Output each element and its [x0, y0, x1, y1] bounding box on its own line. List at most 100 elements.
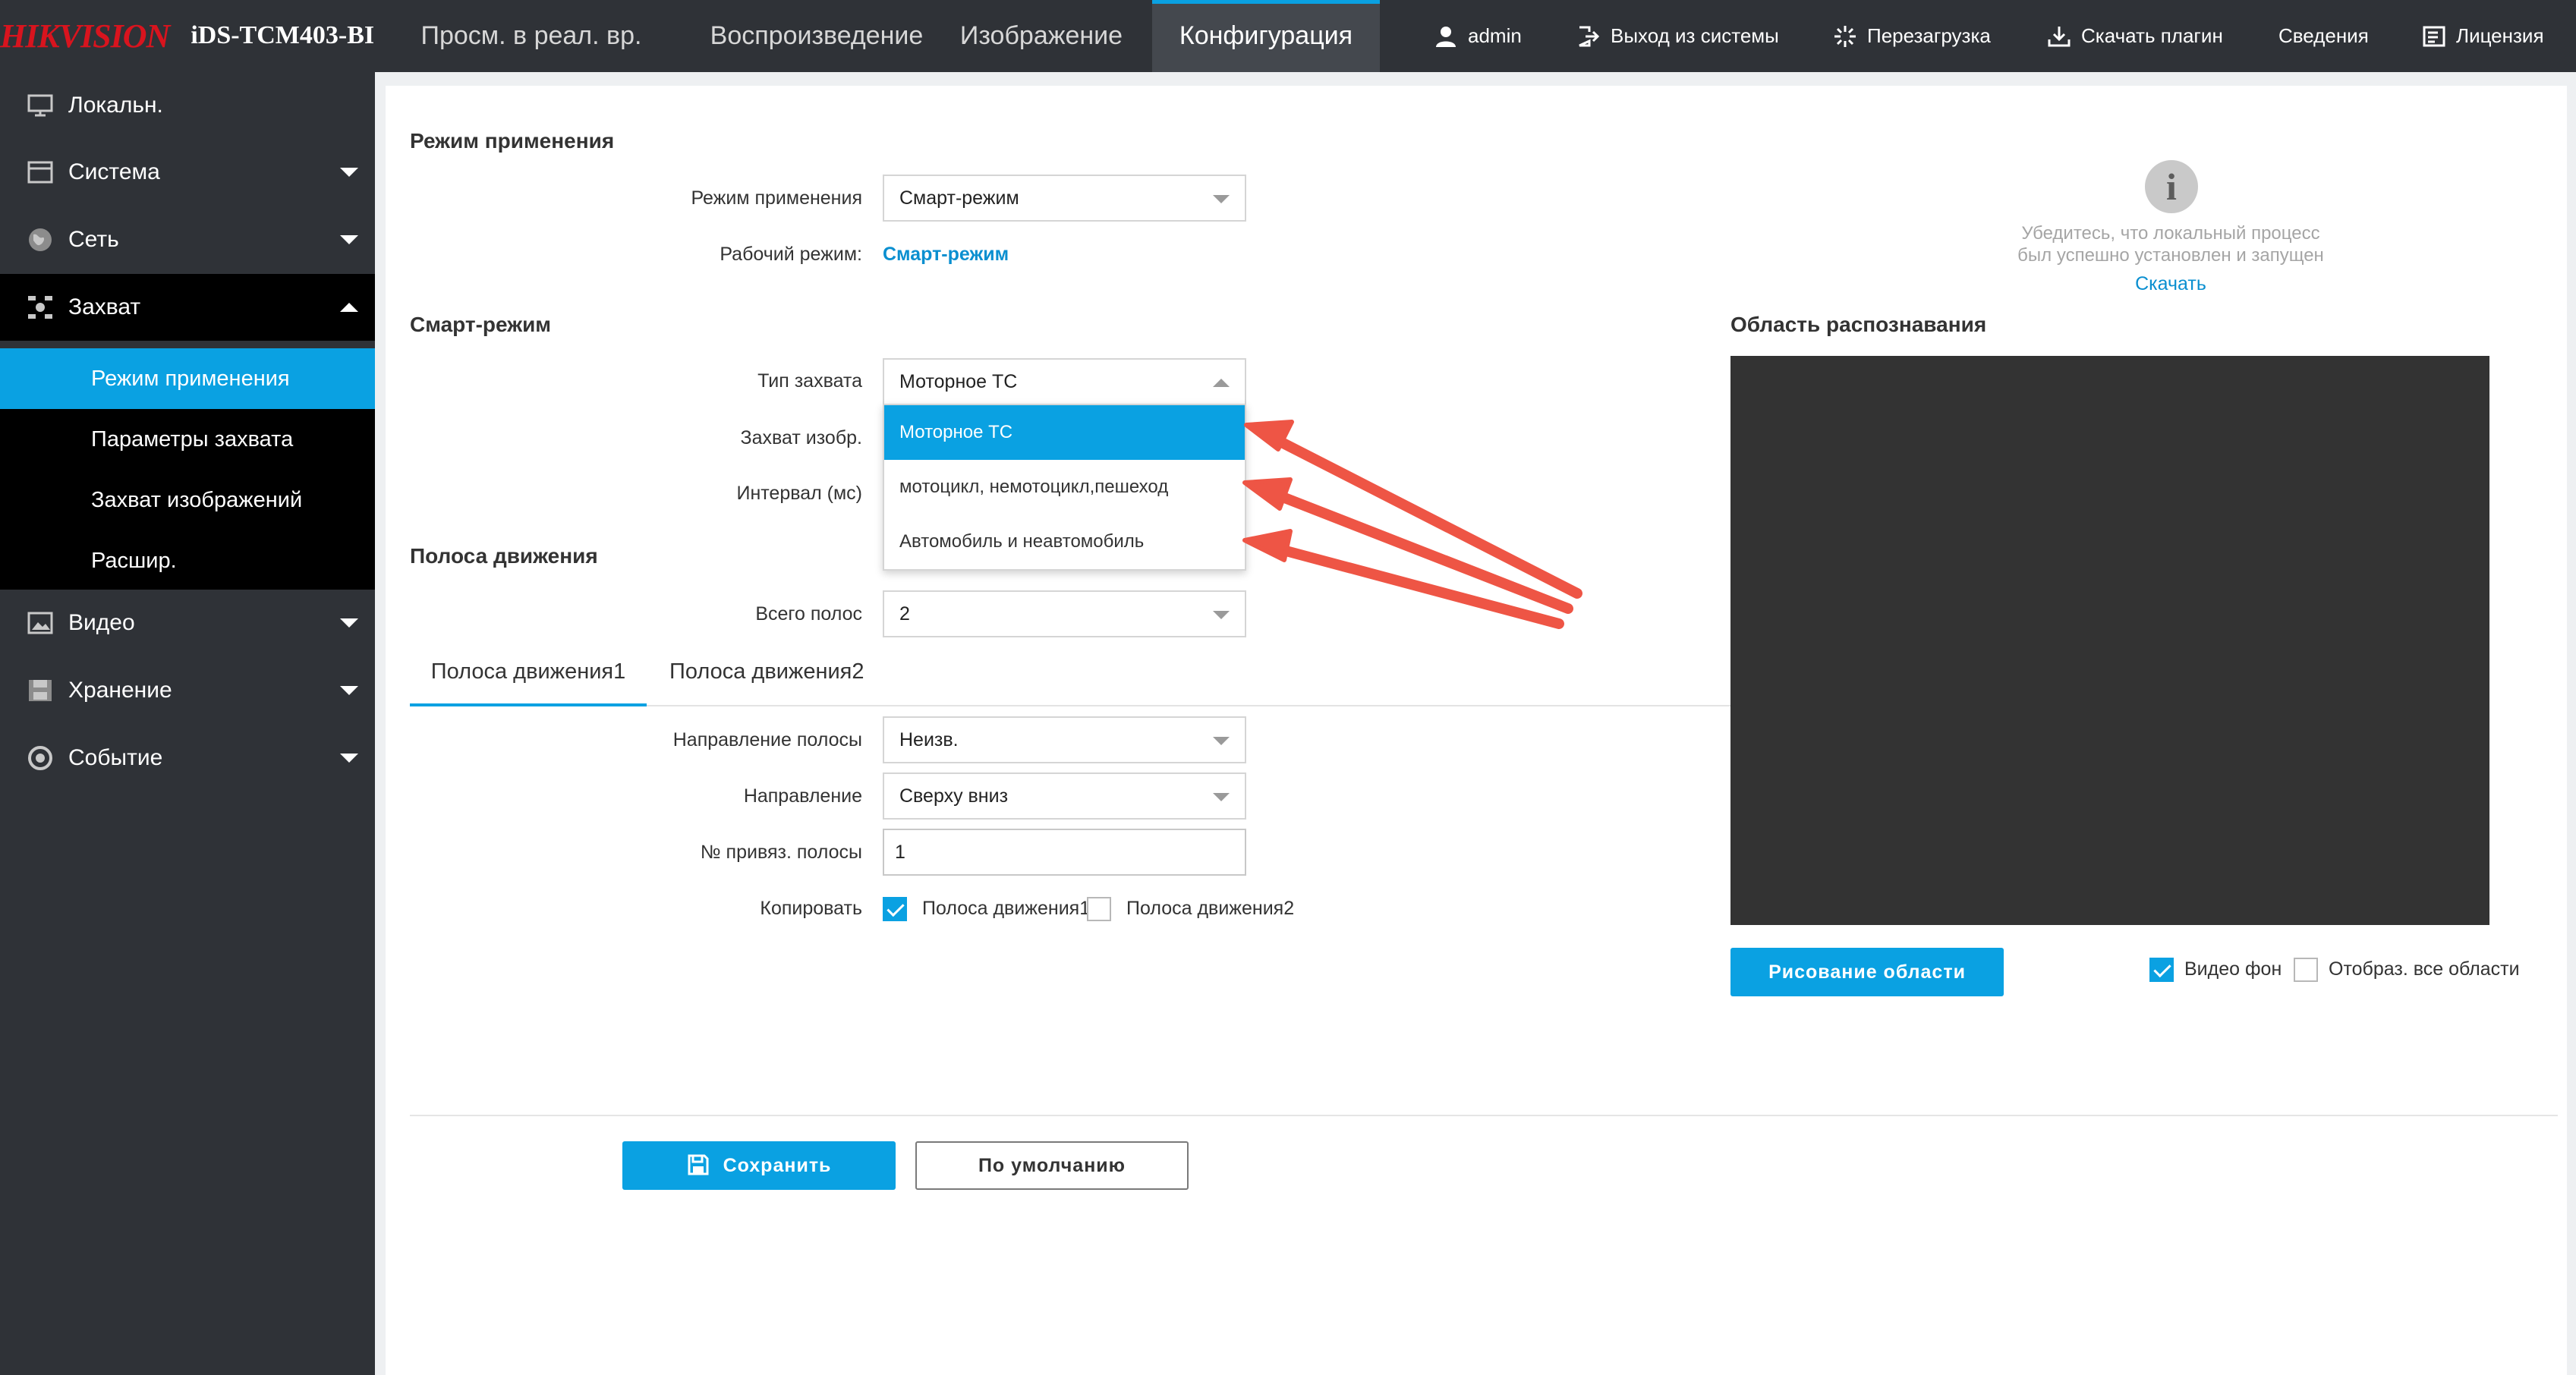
interval-label: Интервал (мс)	[736, 483, 862, 504]
sidebar-item-label: Видео	[68, 610, 135, 635]
show-all-areas-label: Отобраз. все области	[2329, 958, 2520, 980]
sidebar-item-label: Локальн.	[68, 93, 163, 118]
chevron-down-icon	[340, 235, 358, 244]
storage-icon	[26, 676, 55, 705]
sidebar-item-local[interactable]: Локальн.	[0, 72, 375, 139]
sidebar-item-system[interactable]: Система	[0, 139, 375, 206]
hikvision-logo: HIKVISION	[0, 17, 170, 55]
dropdown-arrow-icon	[1213, 611, 1230, 619]
monitor-icon	[26, 91, 55, 120]
footer-divider	[410, 1115, 2558, 1116]
bind-lane-input[interactable]: 1	[883, 829, 1246, 876]
capture-type-value: Моторное ТС	[899, 371, 1018, 392]
username-label: admin	[1468, 24, 1522, 47]
lane-direction-select[interactable]: Неизв.	[883, 716, 1246, 763]
bind-lane-label: № привяз. полосы	[700, 842, 862, 863]
chevron-down-icon	[340, 618, 358, 628]
video-preview-area[interactable]	[1730, 356, 2489, 925]
license-icon	[2423, 26, 2445, 46]
sidebar-item-capture[interactable]: Захват	[0, 274, 375, 341]
sidebar-item-event[interactable]: Событие	[0, 725, 375, 791]
logout-icon	[1579, 26, 1600, 46]
about-label: Сведения	[2278, 24, 2369, 47]
system-icon	[26, 158, 55, 187]
copy-lane-2-label: Полоса движения2	[1126, 898, 1295, 919]
application-mode-value: Смарт-режим	[899, 187, 1019, 209]
download-link[interactable]: Скачать	[2095, 273, 2247, 295]
device-model: iDS-TCM403-BI	[191, 21, 375, 49]
sidebar-item-video[interactable]: Видео	[0, 590, 375, 656]
sidebar-item-label: Событие	[68, 745, 163, 770]
tab-image[interactable]: Изображение	[950, 0, 1132, 72]
section-title-lanes: Полоса движения	[410, 544, 598, 568]
copy-lane-1-checkbox[interactable]	[883, 897, 907, 921]
total-lanes-label: Всего полос	[755, 603, 862, 625]
work-mode-value: Смарт-режим	[883, 244, 1009, 265]
capture-type-select[interactable]: Моторное ТС	[883, 358, 1246, 405]
dropdown-option-motor-vehicle[interactable]: Моторное ТС	[884, 405, 1245, 460]
brand-logo: HIKVISION iDS-TCM403-BI	[0, 17, 375, 55]
video-background-label: Видео фон	[2184, 958, 2282, 980]
download-plugin-button[interactable]: Скачать плагин	[2048, 0, 2223, 72]
dropdown-option-car-noncar[interactable]: Автомобиль и неавтомобиль	[884, 514, 1245, 569]
submenu-application-mode[interactable]: Режим применения	[0, 348, 375, 409]
reboot-button[interactable]: Перезагрузка	[1834, 0, 1991, 72]
dropdown-arrow-icon	[1213, 737, 1230, 745]
capture-type-dropdown: Моторное ТС мотоцикл, немотоцикл,пешеход…	[883, 404, 1246, 571]
submenu-advanced[interactable]: Расшир.	[0, 530, 375, 591]
chevron-down-icon	[340, 754, 358, 763]
dropdown-arrow-icon	[1213, 195, 1230, 203]
submenu-image-capture[interactable]: Захват изображений	[0, 470, 375, 530]
application-mode-label: Режим применения	[691, 187, 862, 209]
video-background-checkbox[interactable]	[2149, 958, 2174, 982]
copy-label: Копировать	[760, 898, 862, 919]
tab-playback[interactable]: Воспроизведение	[680, 0, 953, 72]
plugin-info-line1: Убедитесь, что локальный процесс	[2021, 223, 2320, 244]
top-bar: HIKVISION iDS-TCM403-BI Просм. в реал. в…	[0, 0, 2576, 72]
reboot-icon	[1834, 25, 1856, 47]
logout-label: Выход из системы	[1611, 24, 1779, 47]
sidebar-item-network[interactable]: Сеть	[0, 206, 375, 273]
event-icon	[26, 744, 55, 772]
chevron-down-icon	[340, 168, 358, 177]
save-label: Сохранить	[723, 1155, 832, 1176]
sidebar-item-storage[interactable]: Хранение	[0, 657, 375, 724]
capture-image-label: Захват изобр.	[740, 427, 862, 448]
sidebar-item-label: Хранение	[68, 678, 172, 703]
license-button[interactable]: Лицензия	[2423, 0, 2544, 72]
reboot-label: Перезагрузка	[1867, 24, 1991, 47]
lane-direction-value: Неизв.	[899, 729, 959, 750]
tab-lane-2[interactable]: Полоса движения2	[669, 659, 864, 706]
default-button[interactable]: По умолчанию	[915, 1141, 1189, 1190]
total-lanes-value: 2	[899, 603, 910, 625]
tab-lane-1[interactable]: Полоса движения1	[410, 659, 647, 706]
globe-icon	[26, 225, 55, 254]
work-mode-label: Рабочий режим:	[720, 244, 862, 265]
application-mode-select[interactable]: Смарт-режим	[883, 175, 1246, 222]
logout-button[interactable]: Выход из системы	[1577, 0, 1779, 72]
dropdown-arrow-up-icon	[1213, 379, 1230, 387]
submenu-capture-params[interactable]: Параметры захвата	[0, 409, 375, 470]
sidebar-item-label: Захват	[68, 294, 141, 319]
video-icon	[26, 609, 55, 637]
show-all-areas-checkbox[interactable]	[2294, 958, 2318, 982]
copy-lane-2-checkbox[interactable]	[1087, 897, 1111, 921]
direction-label: Направление	[743, 785, 862, 807]
tab-live-view[interactable]: Просм. в реал. вр.	[395, 0, 668, 72]
info-icon: i	[2145, 160, 2198, 213]
dropdown-arrow-icon	[1213, 793, 1230, 801]
user-menu[interactable]: admin	[1434, 0, 1522, 72]
recognition-area-title: Область распознавания	[1730, 313, 1987, 336]
total-lanes-select[interactable]: 2	[883, 590, 1246, 637]
direction-select[interactable]: Сверху вниз	[883, 772, 1246, 820]
draw-area-button[interactable]: Рисование области	[1730, 948, 2004, 996]
sidebar-item-label: Сеть	[68, 227, 119, 252]
save-button[interactable]: Сохранить	[622, 1141, 896, 1190]
dropdown-option-motorcycle-pedestrian[interactable]: мотоцикл, немотоцикл,пешеход	[884, 460, 1245, 514]
capture-type-label: Тип захвата	[757, 370, 862, 392]
plugin-info-line2: был успешно установлен и запущен	[2017, 245, 2324, 266]
about-button[interactable]: Сведения	[2278, 0, 2369, 72]
tab-configuration[interactable]: Конфигурация	[1152, 0, 1380, 72]
download-icon	[2048, 26, 2071, 46]
sidebar-item-label: Система	[68, 159, 160, 184]
